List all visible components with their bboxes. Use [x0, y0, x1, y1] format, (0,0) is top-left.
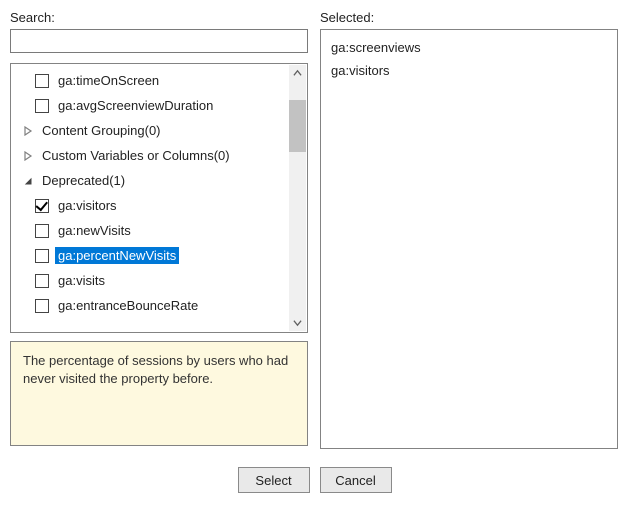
tree-item[interactable]: ga:newVisits — [13, 218, 305, 243]
metric-checkbox[interactable] — [35, 299, 49, 313]
metric-checkbox[interactable] — [35, 199, 49, 213]
cancel-button[interactable]: Cancel — [320, 467, 392, 493]
tree-item[interactable]: ga:entranceBounceRate — [13, 293, 305, 318]
chevron-right-icon[interactable] — [21, 149, 35, 163]
tree-item-label[interactable]: ga:visits — [55, 272, 108, 289]
tree-item-label[interactable]: ga:avgScreenviewDuration — [55, 97, 216, 114]
metric-checkbox[interactable] — [35, 274, 49, 288]
tree-group[interactable]: Deprecated(1) — [13, 168, 305, 193]
scroll-track[interactable] — [289, 82, 306, 314]
selected-item[interactable]: ga:screenviews — [329, 36, 609, 59]
tree-item[interactable]: ga:visitors — [13, 193, 305, 218]
tree-group[interactable]: Custom Variables or Columns(0) — [13, 143, 305, 168]
tree-item-label[interactable]: ga:newVisits — [55, 222, 134, 239]
metrics-tree: ga:timeOnScreen ga:avgScreenviewDuration C… — [10, 63, 308, 333]
tree-item-label[interactable]: ga:visitors — [55, 197, 120, 214]
tree-item[interactable]: ga:visits — [13, 268, 305, 293]
selected-label: Selected: — [320, 10, 618, 25]
scroll-up-icon[interactable] — [289, 65, 306, 82]
search-label: Search: — [10, 10, 308, 25]
chevron-right-icon[interactable] — [21, 124, 35, 138]
tree-item[interactable]: ga:avgScreenviewDuration — [13, 93, 305, 118]
metric-checkbox[interactable] — [35, 99, 49, 113]
search-input[interactable] — [10, 29, 308, 53]
tree-group-label[interactable]: Deprecated(1) — [39, 172, 128, 189]
tree-item[interactable]: ga:percentNewVisits — [13, 243, 305, 268]
scroll-thumb[interactable] — [289, 100, 306, 152]
tree-group[interactable]: Content Grouping(0) — [13, 118, 305, 143]
select-button[interactable]: Select — [238, 467, 310, 493]
selected-item[interactable]: ga:visitors — [329, 59, 609, 82]
tree-group-label[interactable]: Custom Variables or Columns(0) — [39, 147, 233, 164]
selected-list: ga:screenviewsga:visitors — [320, 29, 618, 449]
scroll-down-icon[interactable] — [289, 314, 306, 331]
description-panel: The percentage of sessions by users who … — [10, 341, 308, 446]
tree-item-label[interactable]: ga:entranceBounceRate — [55, 297, 201, 314]
metric-checkbox[interactable] — [35, 224, 49, 238]
tree-item-label[interactable]: ga:percentNewVisits — [55, 247, 179, 264]
metric-checkbox[interactable] — [35, 74, 49, 88]
chevron-down-icon[interactable] — [21, 174, 35, 188]
tree-item[interactable]: ga:timeOnScreen — [13, 68, 305, 93]
tree-scrollbar[interactable] — [289, 65, 306, 331]
metric-checkbox[interactable] — [35, 249, 49, 263]
tree-item-label[interactable]: ga:timeOnScreen — [55, 72, 162, 89]
tree-group-label[interactable]: Content Grouping(0) — [39, 122, 164, 139]
